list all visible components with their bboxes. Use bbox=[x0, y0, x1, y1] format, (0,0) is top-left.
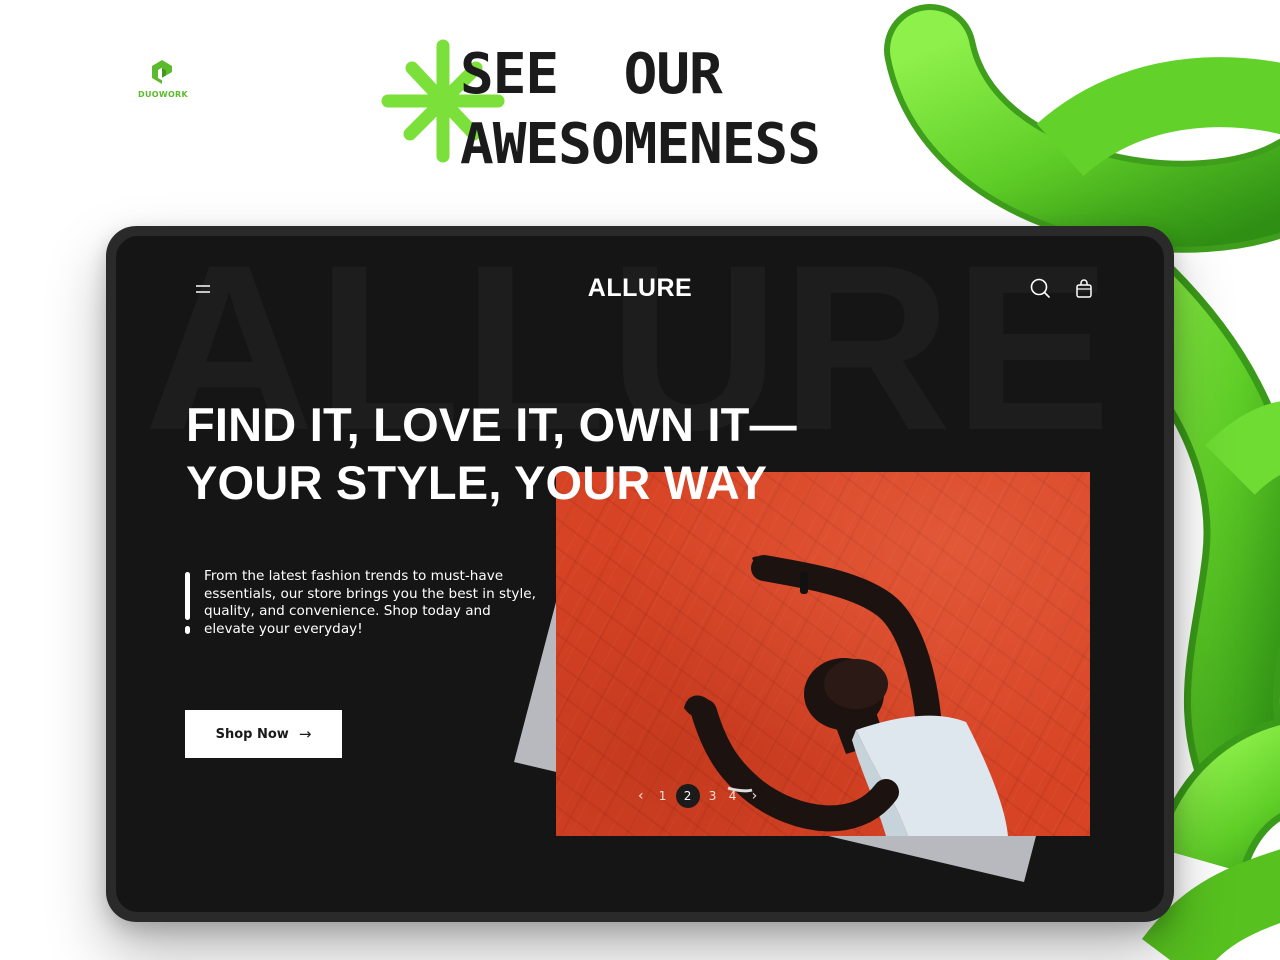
promo-headline: SEE OUR AWESOMENESS bbox=[460, 40, 821, 180]
gallery-page-1[interactable]: 1 bbox=[656, 789, 670, 803]
gallery-page-2[interactable]: 2 bbox=[675, 784, 700, 808]
duowork-logo-icon bbox=[152, 60, 172, 84]
brand-logo: DUOWORK bbox=[138, 58, 189, 99]
shopping-bag-icon bbox=[1076, 279, 1092, 298]
gallery-next-button[interactable]: › bbox=[746, 788, 764, 804]
store-screen: ALLURE ALLURE ‹ 1 2 3 4 › FIND IT, LOVE … bbox=[116, 236, 1164, 912]
hero-image: ‹ 1 2 3 4 › bbox=[556, 472, 1090, 836]
store-logo[interactable]: ALLURE bbox=[116, 274, 1164, 303]
description-accent-dot bbox=[185, 626, 190, 634]
gallery-prev-button[interactable]: ‹ bbox=[632, 788, 650, 804]
tablet-frame: ALLURE ALLURE ‹ 1 2 3 4 › FIND IT, LOVE … bbox=[106, 226, 1174, 922]
search-button[interactable] bbox=[1028, 276, 1052, 300]
gallery-pagination: ‹ 1 2 3 4 › bbox=[632, 784, 763, 808]
promo-headline-line: AWESOMENESS bbox=[460, 112, 821, 177]
gallery-page-4[interactable]: 4 bbox=[726, 789, 740, 803]
shop-now-button[interactable]: Shop Now → bbox=[185, 710, 342, 758]
hero-description: From the latest fashion trends to must-h… bbox=[204, 568, 536, 637]
gallery-page-3[interactable]: 3 bbox=[706, 789, 720, 803]
hero-title-line: YOUR STYLE, YOUR WAY bbox=[186, 456, 768, 509]
description-accent-bar bbox=[185, 572, 190, 620]
shop-now-label: Shop Now bbox=[215, 726, 289, 742]
search-icon bbox=[1030, 278, 1050, 298]
cart-button[interactable] bbox=[1072, 276, 1096, 300]
hero-title: FIND IT, LOVE IT, OWN IT— YOUR STYLE, YO… bbox=[186, 396, 797, 512]
promo-headline-line: SEE OUR bbox=[460, 42, 723, 107]
hero-title-line: FIND IT, LOVE IT, OWN IT— bbox=[186, 398, 797, 451]
hero-gallery: ‹ 1 2 3 4 › bbox=[514, 472, 1094, 884]
brand-name: DUOWORK bbox=[138, 90, 189, 99]
dancer-figure-illustration bbox=[684, 555, 1008, 836]
arrow-right-icon: → bbox=[298, 725, 312, 743]
